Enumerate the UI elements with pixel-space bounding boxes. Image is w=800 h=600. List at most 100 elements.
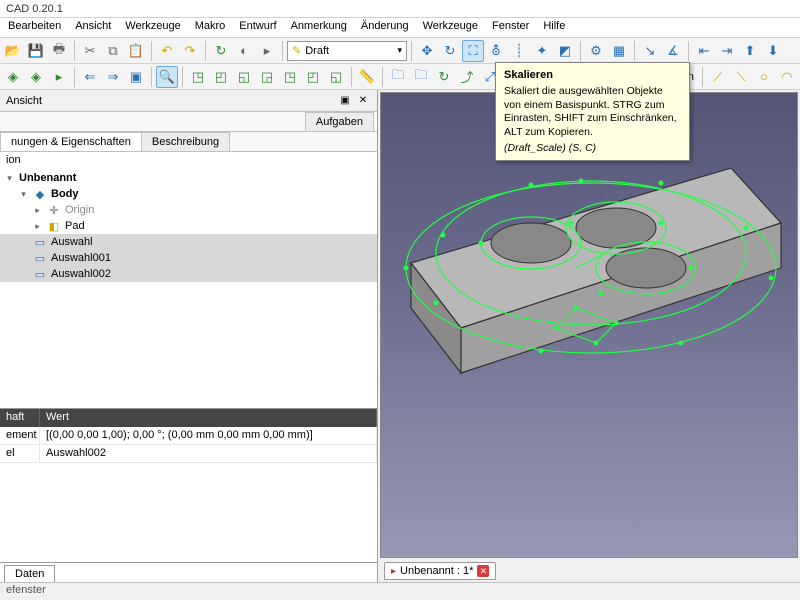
tree-pad[interactable]: ▸ ◧ Pad	[0, 218, 377, 234]
redo-icon[interactable]: ↷	[179, 40, 201, 62]
view-bottom-icon[interactable]: ◰	[302, 66, 324, 88]
view-top-icon[interactable]: ◱	[233, 66, 255, 88]
rotate-view-icon[interactable]: ↻	[439, 40, 461, 62]
workbench-label: Draft	[305, 45, 329, 57]
nav-back-icon[interactable]: ⇐	[79, 66, 101, 88]
draft1-icon[interactable]: ⟋	[707, 66, 729, 88]
arrow-left-icon[interactable]: ⇤	[693, 40, 715, 62]
collapse-icon[interactable]: ▾	[18, 189, 29, 200]
tree-auswahl002[interactable]: ▭ Auswahl002	[0, 266, 377, 282]
property-val: [(0,00 0,00 1,00); 0,00 °; (0,00 mm 0,00…	[40, 427, 377, 444]
property-bottom-tabs: Daten	[0, 562, 377, 582]
view-front-icon[interactable]: ◰	[210, 66, 232, 88]
move-view-icon[interactable]: ✥	[416, 40, 438, 62]
grid-icon[interactable]: ✦	[531, 40, 553, 62]
expand-icon[interactable]: ▸	[32, 221, 43, 232]
refresh-icon[interactable]: ↻	[210, 40, 232, 62]
tooltip-command: (Draft_Scale) (S, C)	[504, 142, 681, 154]
menu-werkzeuge[interactable]: Werkzeuge	[119, 18, 186, 37]
menu-makro[interactable]: Makro	[189, 18, 232, 37]
combo-view-header: Ansicht ▣ ✕	[0, 90, 377, 112]
property-header: haft Wert	[0, 409, 377, 427]
tab-eigenschaften[interactable]: nungen & Eigenschaften	[0, 132, 142, 151]
tree-auswahl[interactable]: ▭ Auswahl	[0, 234, 377, 250]
view-iso-icon[interactable]: ◳	[187, 66, 209, 88]
fit-all-icon[interactable]: ⛶	[462, 40, 484, 62]
bounds-icon[interactable]: ▸	[48, 66, 70, 88]
float-icon[interactable]: ▣	[337, 93, 353, 109]
undo-icon[interactable]: ↶	[156, 40, 178, 62]
property-row[interactable]: el Auswahl002	[0, 445, 377, 463]
expand-icon[interactable]: ▸	[32, 205, 43, 216]
open-icon[interactable]: 📂	[2, 40, 24, 62]
draft-icon: ✎	[292, 44, 301, 57]
close-doc-icon[interactable]: ✕	[477, 565, 489, 577]
folder-icon[interactable]: 🗀	[387, 66, 409, 88]
close-panel-icon[interactable]: ✕	[355, 93, 371, 109]
gear-icon[interactable]: ⚙	[585, 40, 607, 62]
combo-subtabs: nungen & Eigenschaften Beschreibung	[0, 132, 377, 152]
status-text: efenster	[6, 584, 46, 596]
axis-icon[interactable]: ┊	[508, 40, 530, 62]
export-icon[interactable]: ⤴	[456, 66, 478, 88]
property-row[interactable]: ement [(0,00 0,00 1,00); 0,00 °; (0,00 m…	[0, 427, 377, 445]
menu-bearbeiten[interactable]: Bearbeiten	[2, 18, 67, 37]
workbench-selector[interactable]: ✎ Draft ▾	[287, 41, 407, 61]
tree-auswahl001[interactable]: ▭ Auswahl001	[0, 250, 377, 266]
arrow-down-icon[interactable]: ⬇	[762, 40, 784, 62]
menu-entwurf[interactable]: Entwurf	[233, 18, 282, 37]
isometric-icon[interactable]: ◈	[2, 66, 24, 88]
paste-icon[interactable]: 📋	[125, 40, 147, 62]
tab-daten[interactable]: Daten	[4, 565, 55, 582]
view-rear-icon[interactable]: ◳	[279, 66, 301, 88]
mirror-icon[interactable]: ⛢	[485, 40, 507, 62]
3d-scene[interactable]	[380, 92, 798, 558]
view-right-icon[interactable]: ◲	[256, 66, 278, 88]
property-col-val: Wert	[40, 409, 377, 427]
menu-ansicht[interactable]: Ansicht	[69, 18, 117, 37]
measure-icon[interactable]: ↘	[639, 40, 661, 62]
tree-doc[interactable]: ▾ Unbenannt	[0, 170, 377, 186]
folder2-icon[interactable]: 🗀	[410, 66, 432, 88]
tab-aufgaben[interactable]: Aufgaben	[305, 112, 374, 131]
zoom-icon[interactable]: 🔍	[156, 66, 178, 88]
menu-werkzeuge-2[interactable]: Werkzeuge	[417, 18, 484, 37]
sketch-icon[interactable]: ◩	[554, 40, 576, 62]
draft4-icon[interactable]: ◠	[776, 66, 798, 88]
copy-icon[interactable]: ⧉	[102, 40, 124, 62]
property-col-key: haft	[0, 409, 40, 427]
reload-icon[interactable]: ↻	[433, 66, 455, 88]
part-icon[interactable]: ◈	[25, 66, 47, 88]
macro-icon[interactable]: ▸	[256, 40, 278, 62]
app-title: CAD 0.20.1	[6, 3, 63, 15]
draft2-icon[interactable]: ⟍	[730, 66, 752, 88]
3d-viewport[interactable]: ▸ Unbenannt : 1* ✕	[378, 90, 800, 582]
stop-icon[interactable]: ◐	[233, 40, 255, 62]
arrow-up-icon[interactable]: ⬆	[739, 40, 761, 62]
measure-tool-icon[interactable]: 📏	[356, 66, 378, 88]
tooltip: Skalieren Skaliert die ausgewählten Obje…	[495, 62, 690, 161]
menu-aenderung[interactable]: Änderung	[355, 18, 415, 37]
save-icon[interactable]: 💾	[25, 40, 47, 62]
document-tab[interactable]: ▸ Unbenannt : 1* ✕	[384, 562, 496, 580]
angle-icon[interactable]: ∡	[662, 40, 684, 62]
menu-anmerkung[interactable]: Anmerkung	[285, 18, 353, 37]
tree-auswahl002-label: Auswahl002	[51, 268, 111, 280]
view-left-icon[interactable]: ◱	[325, 66, 347, 88]
tree-auswahl-label: Auswahl	[51, 236, 93, 248]
tree-doc-label: Unbenannt	[19, 172, 76, 184]
grid2-icon[interactable]: ▦	[608, 40, 630, 62]
nav-up-icon[interactable]: ▣	[125, 66, 147, 88]
draft3-icon[interactable]: ○	[753, 66, 775, 88]
nav-fwd-icon[interactable]: ⇒	[102, 66, 124, 88]
menu-fenster[interactable]: Fenster	[486, 18, 535, 37]
tab-beschreibung[interactable]: Beschreibung	[141, 132, 230, 151]
model-tree[interactable]: ▾ Unbenannt ▾ ◆ Body ▸ ✛ Origin ▸ ◧ Pad …	[0, 168, 377, 368]
tree-origin[interactable]: ▸ ✛ Origin	[0, 202, 377, 218]
arrow-right-icon[interactable]: ⇥	[716, 40, 738, 62]
print-icon[interactable]: 🖶	[48, 40, 70, 62]
tree-body[interactable]: ▾ ◆ Body	[0, 186, 377, 202]
collapse-icon[interactable]: ▾	[4, 173, 15, 184]
menu-hilfe[interactable]: Hilfe	[537, 18, 571, 37]
cut-icon[interactable]: ✂	[79, 40, 101, 62]
